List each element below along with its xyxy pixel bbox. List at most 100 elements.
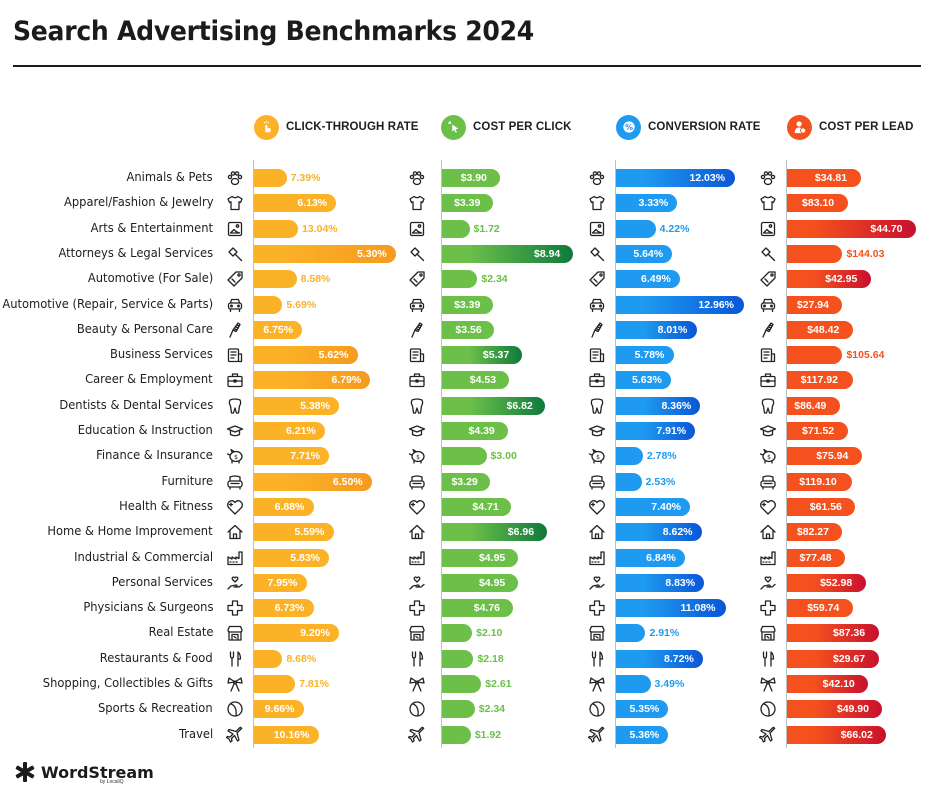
data-label: 5.64% <box>633 247 664 260</box>
bow-icon <box>408 675 426 693</box>
comb-icon <box>408 321 426 339</box>
brand-name: WordStream <box>41 762 154 782</box>
bar <box>442 649 474 668</box>
medical-cross-icon <box>588 599 606 617</box>
data-label: $42.95 <box>825 273 858 286</box>
data-label: $2.10 <box>476 627 503 640</box>
category-label: Arts & Entertainment <box>90 219 213 235</box>
title-divider <box>13 65 921 67</box>
category-label: Animals & Pets <box>126 169 213 184</box>
heart-icon <box>759 498 777 516</box>
fork-knife-icon <box>588 650 606 668</box>
data-label: 8.58% <box>300 273 331 286</box>
data-label: $6.82 <box>506 399 533 412</box>
data-label: $4.53 <box>469 374 497 387</box>
house-icon <box>408 523 426 541</box>
data-label: $117.92 <box>800 374 838 387</box>
factory-icon <box>759 549 777 567</box>
bar <box>442 675 482 693</box>
data-label: 6.50% <box>332 475 363 488</box>
bow-icon <box>588 675 606 693</box>
data-label: 9.20% <box>300 627 330 640</box>
airplane-icon <box>408 726 426 744</box>
legend-label: CONVERSION RATE <box>648 121 761 133</box>
data-label: 7.95% <box>267 576 298 589</box>
data-label: $49.90 <box>836 703 869 716</box>
storefront-icon <box>408 624 426 642</box>
data-label: $44.70 <box>870 222 903 235</box>
wordstream-asterisk-icon <box>15 762 35 782</box>
data-label: $3.90 <box>460 172 487 184</box>
data-label: 9.66% <box>264 703 295 716</box>
legend-header-3: COST PER LEAD <box>787 113 914 141</box>
data-label: 5.59% <box>294 526 325 539</box>
data-label: $59.74 <box>807 602 840 615</box>
tshirt-icon <box>759 194 777 212</box>
gavel-icon <box>759 245 777 263</box>
tooth-icon <box>408 397 426 415</box>
tshirt-icon <box>408 194 426 212</box>
data-label: 7.40% <box>651 500 682 513</box>
factory-icon <box>408 549 426 567</box>
house-icon <box>588 523 606 541</box>
bar <box>442 700 475 719</box>
piggy-bank-icon: $ <box>588 447 606 465</box>
data-label: $52.98 <box>820 576 853 589</box>
category-label: Business Services <box>110 346 213 362</box>
armchair-icon <box>759 473 777 491</box>
data-label: 12.03% <box>689 172 726 184</box>
fork-knife-icon <box>226 650 244 668</box>
tooth-icon <box>588 397 606 415</box>
data-label: $6.96 <box>507 526 535 539</box>
factory-icon <box>226 549 244 567</box>
picture-icon <box>408 220 426 238</box>
data-label: $3.39 <box>454 298 481 311</box>
data-label: 5.35% <box>629 703 660 716</box>
car-icon <box>588 296 606 314</box>
data-label: 8.83% <box>665 576 696 589</box>
bar <box>254 295 283 314</box>
data-label: $87.36 <box>832 627 866 640</box>
price-tag-icon <box>408 270 426 288</box>
data-label: 6.13% <box>297 197 328 210</box>
price-tag-icon <box>226 270 244 288</box>
fork-knife-icon <box>408 650 426 668</box>
bar <box>442 270 478 289</box>
category-label: Automotive (For Sale) <box>87 270 213 286</box>
bar <box>254 219 299 238</box>
gavel-icon <box>408 245 426 263</box>
data-label: 13.04% <box>302 222 338 235</box>
comb-icon <box>759 321 777 339</box>
armchair-icon <box>588 473 606 491</box>
legend-label: CLICK-THROUGH RATE <box>286 121 419 133</box>
graduation-cap-icon <box>226 422 244 440</box>
hand-heart-icon <box>226 574 244 592</box>
heart-icon <box>408 498 426 516</box>
graduation-cap-icon <box>408 422 426 440</box>
category-label: Finance & Insurance <box>96 447 213 463</box>
data-label: $42.10 <box>822 678 855 690</box>
armchair-icon <box>408 473 426 491</box>
data-label: $61.56 <box>809 500 842 513</box>
data-label: 10.16% <box>273 728 310 741</box>
storefront-icon <box>226 624 244 642</box>
data-label: 8.36% <box>661 399 692 412</box>
svg-text:$: $ <box>596 454 600 461</box>
data-label: 7.81% <box>299 678 329 690</box>
data-label: $3.00 <box>490 450 517 463</box>
data-label: $1.72 <box>473 222 500 235</box>
bar <box>254 270 297 289</box>
category-label: Physicians & Surgeons <box>82 599 213 615</box>
category-label: Attorneys & Legal Services <box>58 244 213 260</box>
storefront-icon <box>759 624 777 642</box>
category-label: Education & Instruction <box>77 422 213 437</box>
data-label: 2.78% <box>646 450 677 463</box>
data-label: $71.52 <box>802 425 835 437</box>
data-label: 7.91% <box>656 425 687 437</box>
data-label: 5.63% <box>632 374 662 387</box>
data-label: $2.61 <box>485 678 512 690</box>
data-label: $2.34 <box>481 273 508 286</box>
data-label: $34.81 <box>814 172 848 184</box>
fork-knife-icon <box>759 650 777 668</box>
car-icon <box>226 296 244 314</box>
